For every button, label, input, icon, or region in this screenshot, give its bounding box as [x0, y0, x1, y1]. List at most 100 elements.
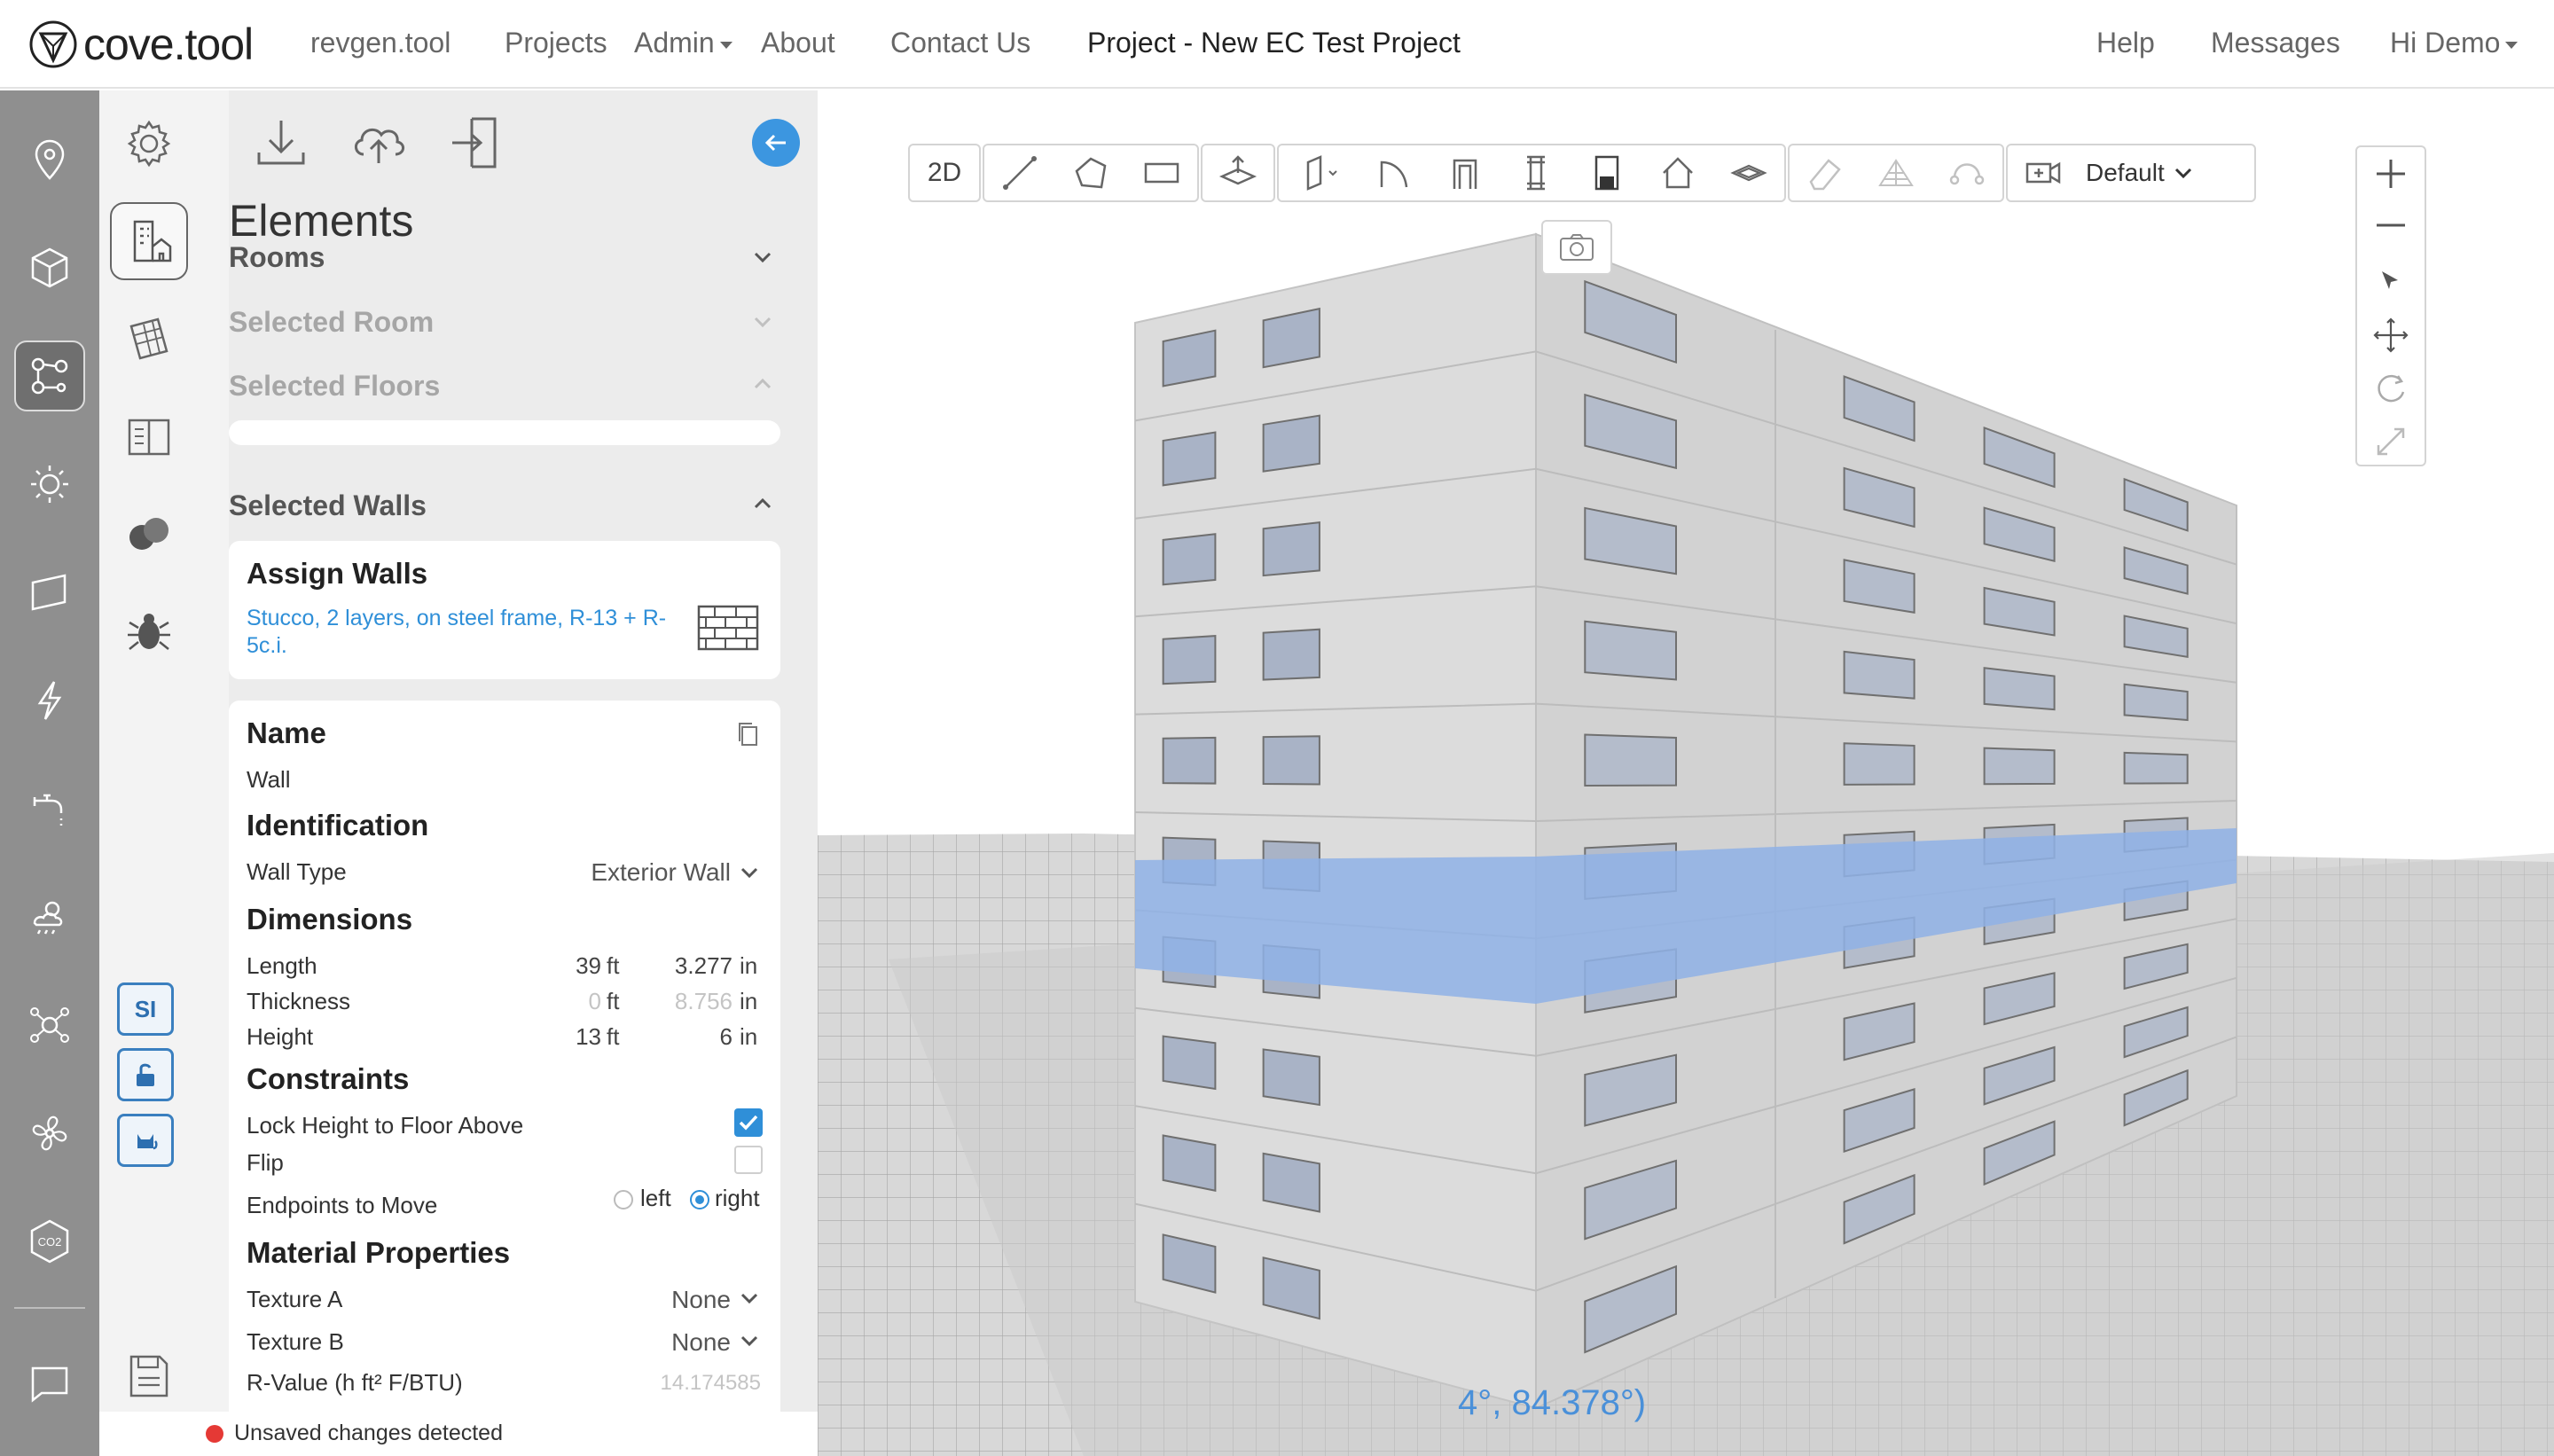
wall-panel-icon	[1306, 155, 1337, 191]
flip-checkbox[interactable]	[734, 1146, 763, 1174]
sidebar-weather[interactable]	[14, 881, 85, 952]
wall-material-link[interactable]: Stucco, 2 layers, on steel frame, R-13 +…	[247, 605, 690, 660]
overlap-tool-button[interactable]	[110, 495, 188, 573]
door-tool-button[interactable]	[1430, 145, 1500, 200]
building-3d-model[interactable]	[818, 90, 2554, 1456]
nav-projects[interactable]: Projects	[505, 27, 607, 59]
zoom-in-button[interactable]	[2357, 147, 2425, 200]
height-in-input[interactable]: 6	[663, 1023, 733, 1051]
pet-mode-button[interactable]	[117, 1114, 174, 1167]
nav-about[interactable]: About	[761, 27, 835, 59]
sidebar-geometry[interactable]	[14, 232, 85, 303]
orbit-button[interactable]	[2357, 362, 2425, 415]
sidebar-surface[interactable]	[14, 557, 85, 628]
length-in-input[interactable]: 3.277	[663, 952, 733, 980]
element-tools-group	[1277, 144, 1786, 202]
floorplan-tool-button[interactable]	[110, 300, 188, 378]
sidebar-water[interactable]	[14, 773, 85, 844]
add-floor-button[interactable]	[1203, 145, 1273, 200]
texture-b-select[interactable]: None	[624, 1328, 731, 1357]
wall-tool-button[interactable]	[1279, 145, 1359, 200]
sidebar-location[interactable]	[14, 124, 85, 195]
draw-line-button[interactable]	[984, 145, 1055, 200]
sidebar-daylight[interactable]	[14, 449, 85, 520]
height-ft-input[interactable]: 13	[566, 1023, 601, 1051]
chevron-down-icon[interactable]	[740, 1289, 759, 1307]
caret-down-icon	[719, 41, 733, 49]
sidebar-carbon[interactable]: CO2	[14, 1206, 85, 1277]
eraser-tool-button[interactable]	[1790, 145, 1861, 200]
layers-icon	[1730, 164, 1767, 182]
house-tool-button[interactable]	[1642, 145, 1713, 200]
si-units-button[interactable]: SI	[117, 982, 174, 1036]
faucet-icon	[33, 794, 63, 826]
sidebar-chat[interactable]	[14, 1348, 85, 1419]
chevron-down-icon[interactable]	[752, 247, 773, 268]
lock-height-checkbox[interactable]	[734, 1108, 763, 1137]
brand-logo[interactable]: cove.tool	[28, 20, 254, 69]
name-value[interactable]: Wall	[247, 766, 291, 794]
roof-generate-button[interactable]	[1861, 145, 1931, 200]
2d-toggle-button[interactable]: 2D	[910, 145, 979, 200]
column-tool-button[interactable]	[1500, 145, 1571, 200]
user-menu[interactable]: Hi Demo	[2390, 27, 2519, 59]
network-icon	[31, 357, 68, 395]
caret-down-icon	[2505, 41, 2519, 49]
library-tool-button[interactable]	[110, 397, 188, 475]
nav-revgen[interactable]: revgen.tool	[310, 27, 450, 59]
chevron-down-icon[interactable]	[740, 864, 759, 881]
sidebar-elements[interactable]	[14, 341, 85, 411]
length-ft-input[interactable]: 39	[566, 952, 601, 980]
draw-rectangle-button[interactable]	[1126, 145, 1197, 200]
rooms-section-header[interactable]: Rooms	[229, 241, 325, 274]
zoom-out-button[interactable]	[2357, 199, 2425, 252]
copy-icon[interactable]	[736, 720, 761, 748]
lock-toggle-button[interactable]	[117, 1048, 174, 1101]
nav-messages[interactable]: Messages	[2211, 27, 2340, 59]
sidebar-cost[interactable]	[14, 990, 85, 1061]
debug-tool-button[interactable]	[110, 592, 188, 670]
chevron-up-icon[interactable]	[752, 373, 773, 395]
house-icon	[1663, 157, 1693, 189]
3d-viewport[interactable]: 2D Default 4°, 84.378°)	[818, 90, 2554, 1456]
nav-contact[interactable]: Contact Us	[890, 27, 1030, 59]
layers-tool-button[interactable]	[1713, 145, 1784, 200]
draw-polygon-button[interactable]	[1055, 145, 1126, 200]
pan-button[interactable]	[2357, 309, 2425, 362]
screenshot-button[interactable]	[1541, 220, 1612, 275]
endpoint-left-radio[interactable]	[614, 1190, 633, 1209]
top-navbar: cove.tool revgen.tool Projects Admin Abo…	[0, 0, 2554, 89]
path-tool-button[interactable]	[1931, 145, 2002, 200]
endpoint-right-radio[interactable]	[690, 1190, 709, 1209]
save-button[interactable]	[110, 1337, 188, 1415]
sidebar-energy[interactable]	[14, 665, 85, 736]
settings-button[interactable]	[110, 105, 188, 183]
view-preset-select[interactable]: Default	[2079, 145, 2254, 200]
selected-room-header[interactable]: Selected Room	[229, 306, 434, 339]
chevron-up-icon[interactable]	[752, 493, 773, 514]
chevron-down-icon[interactable]	[752, 311, 773, 333]
window-tool-button[interactable]	[1571, 145, 1642, 200]
fullscreen-button[interactable]	[2357, 415, 2425, 468]
nav-help[interactable]: Help	[2096, 27, 2155, 59]
assign-walls-title: Assign Walls	[247, 557, 428, 590]
brick-wall-icon[interactable]	[697, 605, 759, 651]
select-mode-button[interactable]	[2357, 255, 2425, 309]
selected-walls-header[interactable]: Selected Walls	[229, 489, 427, 522]
window	[1162, 1134, 1217, 1192]
floor-plane-icon	[1218, 155, 1257, 185]
roof-tool-button[interactable]	[1359, 145, 1430, 200]
window	[1843, 650, 1916, 700]
nav-admin[interactable]: Admin	[634, 27, 733, 59]
chevron-down-icon[interactable]	[740, 1332, 759, 1350]
window	[1584, 733, 1677, 787]
floors-range-bar[interactable]	[229, 420, 780, 445]
elements-tool-button[interactable]	[110, 202, 188, 280]
selected-floors-header[interactable]: Selected Floors	[229, 370, 440, 403]
in-unit: in	[740, 952, 758, 979]
camera-add-button[interactable]	[2008, 145, 2079, 200]
window	[1983, 747, 2056, 786]
sidebar-hvac[interactable]	[14, 1098, 85, 1169]
wall-type-select[interactable]: Exterior Wall	[589, 858, 731, 887]
texture-a-select[interactable]: None	[624, 1286, 731, 1314]
